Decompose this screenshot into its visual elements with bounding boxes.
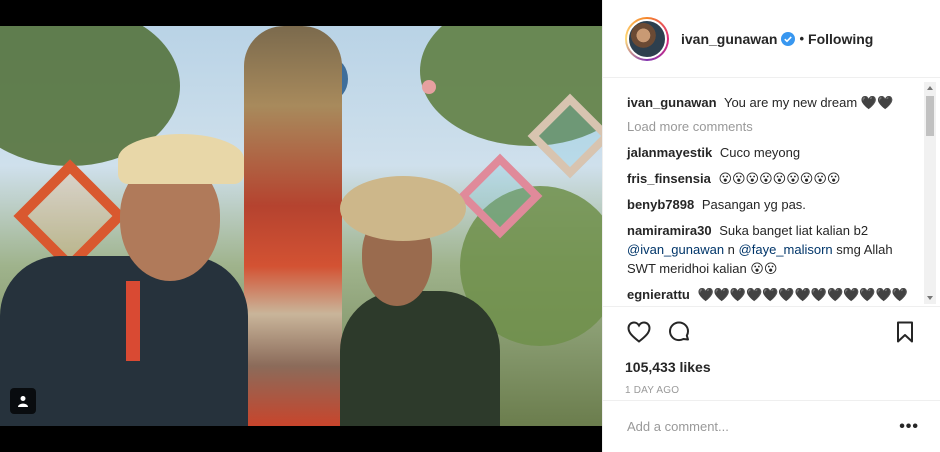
list-item: fris_finsensia 😮😮😮😮😮😮😮😮😮 bbox=[627, 169, 919, 188]
scrollbar-thumb[interactable] bbox=[926, 96, 934, 136]
comments-list: ivan_gunawan You are my new dream 🖤🖤 Loa… bbox=[603, 79, 940, 306]
yarn-pole bbox=[244, 26, 342, 426]
likes-count[interactable]: 105,433 likes bbox=[625, 359, 919, 375]
comment-text: Cuco meyong bbox=[719, 145, 801, 160]
post-sidebar: ivan_gunawan • Following ivan_gunawan Yo… bbox=[602, 0, 940, 452]
following-button[interactable]: Following bbox=[808, 31, 873, 47]
list-item: jalanmayestik Cuco meyong bbox=[627, 143, 919, 162]
comments-scrollbar[interactable] bbox=[924, 82, 936, 304]
comment-text: 😮😮😮😮😮😮😮😮😮 bbox=[718, 171, 841, 186]
woman-figure bbox=[340, 291, 500, 426]
woman-hat bbox=[340, 176, 466, 241]
post-modal: ivan_gunawan • Following ivan_gunawan Yo… bbox=[0, 0, 940, 452]
bookmark-icon[interactable] bbox=[891, 318, 919, 346]
comment-username[interactable]: namiramira30 bbox=[627, 223, 712, 238]
man-figure bbox=[0, 256, 248, 426]
scroll-down-arrow-icon[interactable] bbox=[927, 296, 933, 300]
post-header: ivan_gunawan • Following bbox=[603, 0, 940, 78]
comment-input[interactable] bbox=[627, 419, 900, 434]
comment-username[interactable]: ivan_gunawan bbox=[627, 95, 717, 110]
heart-icon[interactable] bbox=[625, 318, 653, 346]
man-cap bbox=[118, 134, 244, 184]
comment-icon[interactable] bbox=[665, 318, 693, 346]
header-username[interactable]: ivan_gunawan bbox=[681, 31, 777, 47]
mention-link[interactable]: @ivan_gunawan bbox=[627, 242, 724, 257]
load-more-comments-button[interactable]: Load more comments bbox=[627, 119, 919, 134]
list-item: benyb7898 Pasangan yg pas. bbox=[627, 195, 919, 214]
verified-badge-icon bbox=[781, 31, 796, 46]
comment-text: n bbox=[727, 242, 735, 257]
comment-text: Suka banget liat kalian b2 bbox=[719, 223, 869, 238]
comment-text: You are my new dream 🖤🖤 bbox=[723, 95, 894, 110]
mention-link[interactable]: @faye_malisorn bbox=[739, 242, 833, 257]
avatar-image bbox=[627, 18, 667, 59]
comment-username[interactable]: benyb7898 bbox=[627, 197, 694, 212]
more-options-button[interactable]: ••• bbox=[899, 418, 919, 436]
list-item: namiramira30 Suka banget liat kalian b2 … bbox=[627, 221, 919, 278]
post-photo[interactable] bbox=[0, 26, 602, 426]
action-icons bbox=[625, 317, 919, 347]
comment-username[interactable]: egnierattu bbox=[627, 287, 690, 302]
post-date[interactable]: 1 DAY AGO bbox=[625, 385, 919, 396]
shirt-stripe bbox=[126, 281, 140, 361]
post-actions: 105,433 likes 1 DAY AGO bbox=[603, 306, 940, 414]
comment-username[interactable]: fris_finsensia bbox=[627, 171, 711, 186]
avatar[interactable] bbox=[625, 16, 669, 61]
comment-username[interactable]: jalanmayestik bbox=[627, 145, 712, 160]
comment-text: Pasangan yg pas. bbox=[701, 197, 806, 212]
yarn-ball bbox=[422, 80, 436, 94]
caption-comment: ivan_gunawan You are my new dream 🖤🖤 bbox=[627, 93, 919, 112]
list-item: egnierattu 🖤🖤🖤🖤🖤🖤🖤🖤🖤🖤🖤🖤🖤🖤🖤🖤🖤🖤🖤🖤🖤🖤🖤🖤🖤🖤🖤🖤🖤… bbox=[627, 285, 919, 306]
user-tag-icon[interactable] bbox=[10, 388, 36, 414]
separator-dot: • bbox=[799, 31, 805, 46]
add-comment-bar: ••• bbox=[603, 400, 940, 452]
scroll-up-arrow-icon[interactable] bbox=[927, 86, 933, 90]
